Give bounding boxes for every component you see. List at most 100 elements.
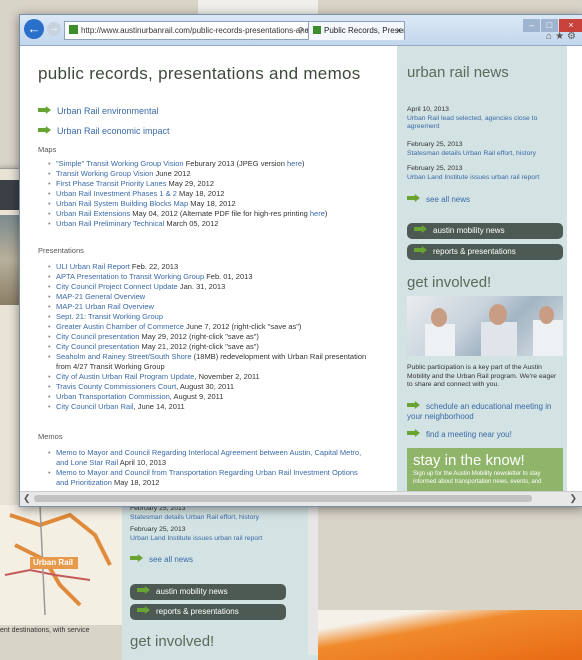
involved-text: Public participation is a key part of th… (407, 364, 557, 388)
bg-reports-presentations-button[interactable]: reports & presentations (130, 604, 286, 620)
news-item[interactable]: February 25, 2013 Urban Land Institute is… (407, 165, 562, 182)
arrow-icon (38, 106, 51, 114)
background-left-strip (0, 180, 19, 210)
list-item: Urban Rail Preliminary Technical March 0… (48, 219, 368, 229)
list-item: First Phase Transit Priority Lanes May 2… (48, 179, 368, 189)
arrow-icon (137, 606, 150, 614)
window-controls: – □ × (522, 15, 582, 32)
list-link[interactable]: Seaholm and Rainey Street/South Shore (56, 352, 192, 361)
list-link[interactable]: Travis County Commissioners Court (56, 382, 176, 391)
list-link[interactable]: APTA Presentation to Transit Working Gro… (56, 272, 204, 281)
bg-news-item[interactable]: February 25, 2013 Urban Land Institute is… (130, 526, 285, 543)
list-item: City of Austin Urban Rail Program Update… (48, 372, 368, 382)
scroll-right-icon[interactable]: ❯ (569, 492, 577, 505)
list-link[interactable]: City of Austin Urban Rail Program Update (56, 372, 194, 381)
presentations-heading: Presentations (38, 246, 84, 255)
newsletter-heading: stay in the know! (413, 452, 525, 469)
list-link[interactable]: City Council Project Connect Update (56, 282, 178, 291)
find-meeting-link[interactable]: find a meeting near you! (407, 429, 512, 439)
list-link[interactable]: Memo to Mayor and Council Regarding Inte… (56, 448, 361, 467)
list-item: Memo to Mayor and Council from Transport… (48, 468, 368, 488)
list-link[interactable]: Urban Transportation Commission (56, 392, 170, 401)
arrow-icon (407, 401, 420, 409)
arrow-icon (414, 225, 427, 233)
list-link[interactable]: ULI Urban Rail Report (56, 262, 130, 271)
bg-austin-mobility-news-button[interactable]: austin mobility news (130, 584, 286, 600)
list-link[interactable]: Transit Working Group Vision (56, 169, 153, 178)
urban-rail-economic-impact-link[interactable]: Urban Rail economic impact (38, 126, 170, 136)
background-browser-page: Urban Rail ent destinations, with servic… (0, 505, 318, 660)
bg-get-involved-heading: get involved! (130, 633, 215, 650)
newsletter-box[interactable]: stay in the know! Sign up for the Austin… (407, 448, 563, 492)
list-link[interactable]: "Simple" Transit Working Group Vision (56, 159, 184, 168)
site-favicon-icon (69, 25, 78, 34)
back-arrow-icon[interactable]: ← (24, 19, 44, 39)
reports-presentations-button[interactable]: reports & presentations (407, 244, 563, 260)
tab-title: Public Records, Presentatio... (324, 26, 404, 35)
list-item: Urban Transportation Commission, August … (48, 392, 368, 402)
list-link[interactable]: City Council presentation (56, 342, 139, 351)
list-link[interactable]: City Council presentation (56, 332, 139, 341)
list-link[interactable]: Urban Rail Extensions (56, 209, 130, 218)
news-item[interactable]: February 25, 2013 Statesman details Urban… (407, 141, 562, 158)
memos-list: Memo to Mayor and Council Regarding Inte… (48, 448, 368, 488)
bg-see-all-news-link[interactable]: see all news (130, 554, 193, 564)
scroll-left-icon[interactable]: ❮ (23, 492, 31, 505)
meeting-photo (407, 296, 563, 356)
home-icon: ⌂ (546, 31, 556, 42)
list-link[interactable]: MAP-21 Urban Rail Overview (56, 302, 154, 311)
list-link[interactable]: Memo to Mayor and Council from Transport… (56, 468, 358, 487)
minimize-icon[interactable]: – (523, 19, 540, 32)
list-item: Urban Rail System Building Blocks Map Ma… (48, 199, 368, 209)
list-item: MAP-21 General Overview (48, 292, 368, 302)
main-column: public records, presentations and memos … (20, 46, 390, 492)
list-item: Travis County Commissioners Court, Augus… (48, 382, 368, 392)
list-link[interactable]: City Council Urban Rail (56, 402, 134, 411)
list-link[interactable]: here (287, 159, 302, 168)
memos-heading: Memos (38, 432, 63, 441)
url-text: http://www.austinurbanrail.com/public-re… (81, 26, 322, 35)
arrow-icon (407, 429, 420, 437)
list-link[interactable]: Sept. 21: Transit Working Group (56, 312, 163, 321)
news-item[interactable]: April 10, 2013 Urban Rail lead selected, … (407, 106, 562, 132)
see-all-news-link[interactable]: see all news (407, 194, 470, 204)
page-title: public records, presentations and memos (38, 64, 361, 83)
horizontal-scrollbar[interactable]: ❮ ❯ (20, 491, 582, 506)
list-item: Transit Working Group Vision June 2012 (48, 169, 368, 179)
arrow-icon (38, 126, 51, 134)
background-map: Urban Rail (0, 505, 122, 625)
list-link[interactable]: Urban Rail Investment Phases 1 & 2 (56, 189, 177, 198)
close-tab-icon[interactable]: × (396, 22, 401, 40)
bg-news-item[interactable]: February 25, 2013 Statesman details Urban… (130, 505, 285, 522)
tab-public-records[interactable]: Public Records, Presentatio... × (308, 21, 405, 40)
background-vscroll[interactable] (308, 505, 318, 655)
arrow-icon (407, 194, 420, 202)
austin-mobility-news-button[interactable]: austin mobility news (407, 223, 563, 239)
list-item: City Council presentation May 29, 2012 (… (48, 332, 368, 342)
sidebar: urban rail news April 10, 2013 Urban Rail… (397, 46, 567, 492)
news-heading: urban rail news (407, 64, 509, 81)
list-item: APTA Presentation to Transit Working Gro… (48, 272, 368, 282)
list-link[interactable]: First Phase Transit Priority Lanes (56, 179, 166, 188)
urban-rail-environmental-link[interactable]: Urban Rail environmental (38, 106, 159, 116)
presentations-list: ULI Urban Rail Report Feb. 22, 2013 APTA… (48, 262, 368, 412)
list-link[interactable]: here (310, 209, 325, 218)
list-item: ULI Urban Rail Report Feb. 22, 2013 (48, 262, 368, 272)
list-item: City Council Urban Rail, June 14, 2011 (48, 402, 368, 412)
scrollbar-thumb[interactable] (34, 495, 532, 502)
gear-icon: ⚙ (567, 31, 579, 42)
list-link[interactable]: Greater Austin Chamber of Commerce (56, 322, 184, 331)
address-bar[interactable]: http://www.austinurbanrail.com/public-re… (64, 21, 322, 40)
list-link[interactable]: Urban Rail System Building Blocks Map (56, 199, 188, 208)
list-item: Seaholm and Rainey Street/South Shore (1… (48, 352, 368, 372)
list-link[interactable]: MAP-21 General Overview (56, 292, 145, 301)
forward-arrow-icon[interactable]: → (47, 22, 61, 36)
newsletter-text: Sign up for the Austin Mobility newslett… (413, 471, 542, 485)
list-item: Greater Austin Chamber of Commerce June … (48, 322, 368, 332)
list-item: City Council presentation May 21, 2012 (… (48, 342, 368, 352)
toolbar-icons[interactable]: ⌂★⚙ (546, 31, 579, 42)
schedule-meeting-link[interactable]: schedule an educational meeting in your … (407, 401, 562, 422)
list-link[interactable]: Urban Rail Preliminary Technical (56, 219, 164, 228)
browser-toolbar: ← → http://www.austinurbanrail.com/publi… (20, 15, 582, 46)
page-content: public records, presentations and memos … (20, 46, 582, 492)
